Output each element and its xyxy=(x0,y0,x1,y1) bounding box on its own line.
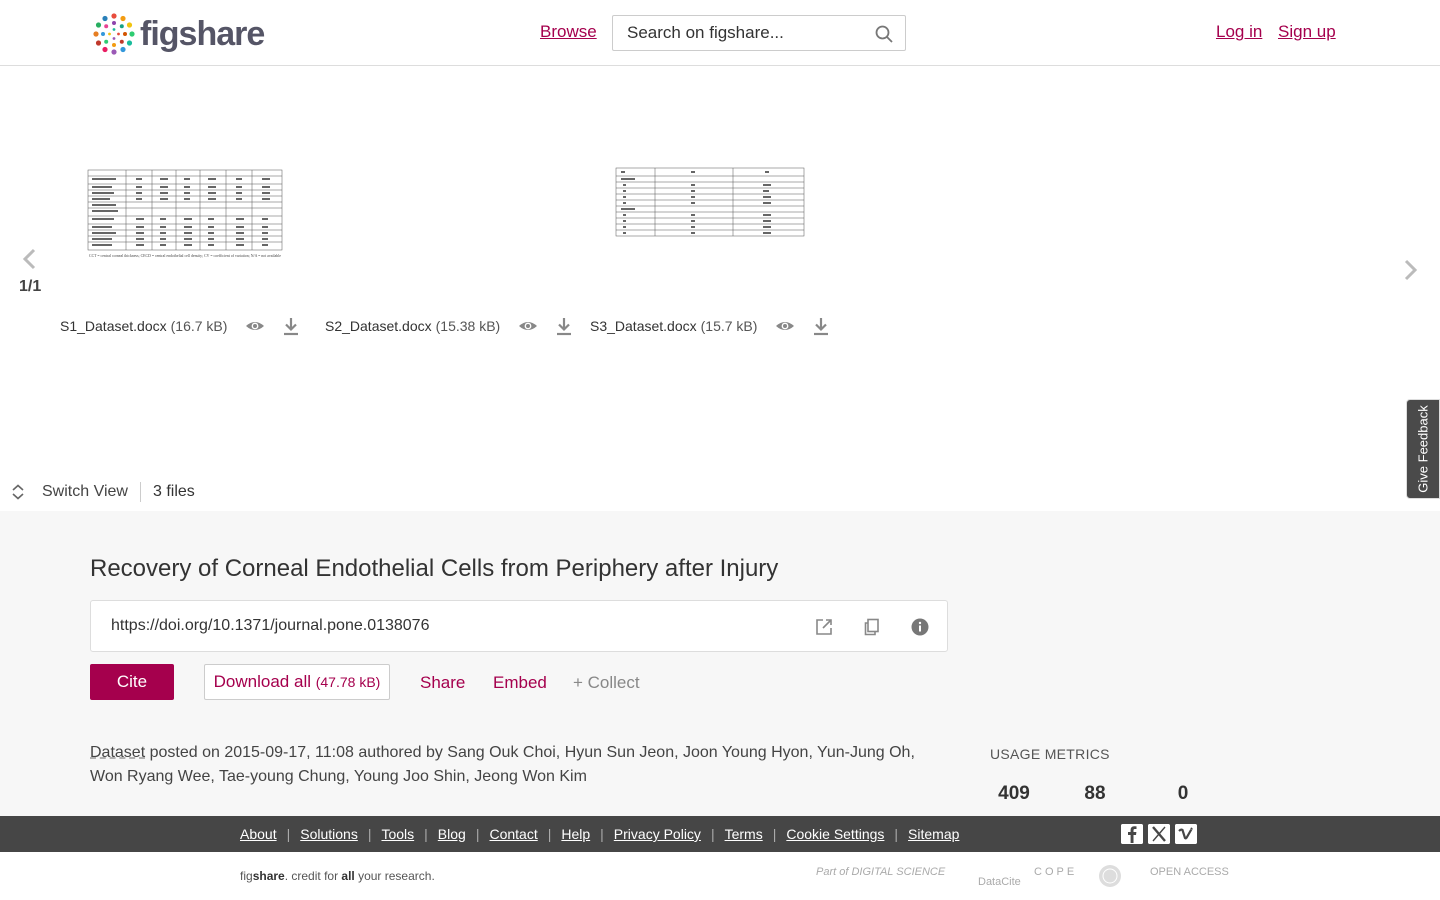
separator: | xyxy=(475,826,480,842)
usage-metrics-label: USAGE METRICS xyxy=(990,746,1110,762)
posted-text: posted on 2015-09-17, 11:08 authored by … xyxy=(90,744,915,785)
signup-link[interactable]: Sign up xyxy=(1278,22,1336,42)
download-icon[interactable] xyxy=(281,316,301,336)
download-all-button[interactable]: Download all (47.78 kB) xyxy=(204,664,390,700)
divider xyxy=(140,482,141,502)
posted-by-info: Dataset posted on 2015-09-17, 11:08 auth… xyxy=(90,741,940,789)
file-carousel: 1/1 CCT = central corneal thickness; CEC… xyxy=(0,66,1440,511)
tagline-part1: . credit for xyxy=(284,869,342,883)
footer-link-terms[interactable]: Terms xyxy=(725,826,763,842)
figshare-logo-icon xyxy=(93,13,135,55)
file-size: (16.7 kB) xyxy=(170,318,228,334)
search-icon[interactable] xyxy=(875,25,893,43)
views-count: 409 xyxy=(998,783,1030,804)
footer-link-privacy[interactable]: Privacy Policy xyxy=(614,826,701,842)
chevron-right-icon[interactable] xyxy=(1400,258,1420,282)
give-feedback-label: Give Feedback xyxy=(1415,405,1431,493)
download-all-label: Download all xyxy=(213,672,311,691)
table-preview-image: CCT = central corneal thickness; CECD = … xyxy=(87,169,283,258)
download-all-size: (47.78 kB) xyxy=(315,674,381,690)
footer-link-about[interactable]: About xyxy=(240,826,277,842)
separator: | xyxy=(547,826,552,842)
footer-link-solutions[interactable]: Solutions xyxy=(300,826,358,842)
datacite-logo[interactable]: DataCite xyxy=(978,876,1021,888)
cope-logo[interactable]: COPE xyxy=(1034,866,1077,878)
doi-link[interactable]: https://doi.org/10.1371/journal.pone.013… xyxy=(111,617,429,635)
file-preview-thumbnail[interactable] xyxy=(615,166,805,238)
download-icon[interactable] xyxy=(811,316,831,336)
footer-link-contact[interactable]: Contact xyxy=(489,826,537,842)
browse-link[interactable]: Browse xyxy=(540,22,597,42)
tagline-fig: fig xyxy=(240,869,253,883)
footer-link-blog[interactable]: Blog xyxy=(438,826,466,842)
downloads-count: 88 xyxy=(1084,783,1106,804)
share-link[interactable]: Share xyxy=(420,673,465,693)
footer-links: About | Solutions | Tools | Blog | Contact | … xyxy=(240,826,959,842)
table-footnote: CCT = central corneal thickness; CECD = … xyxy=(89,253,281,258)
tagline-share: share xyxy=(252,869,285,883)
give-feedback-tab[interactable]: Give Feedback xyxy=(1406,399,1440,499)
search-input[interactable] xyxy=(613,16,863,50)
chevron-left-icon[interactable] xyxy=(20,247,40,271)
page-title: Recovery of Corneal Endothelial Cells fr… xyxy=(90,555,779,582)
footer-link-tools[interactable]: Tools xyxy=(381,826,414,842)
eye-icon[interactable] xyxy=(518,316,538,336)
login-link[interactable]: Log in xyxy=(1216,22,1262,42)
file-name: S3_Dataset.docx xyxy=(590,318,697,334)
download-icon[interactable] xyxy=(554,316,574,336)
article-details: Recovery of Corneal Endothelial Cells fr… xyxy=(0,511,1440,816)
tagline-all: all xyxy=(341,869,355,883)
cite-button[interactable]: Cite xyxy=(90,664,174,700)
page-indicator: 1/1 xyxy=(19,278,42,295)
vimeo-icon[interactable] xyxy=(1175,824,1197,844)
logo-wordmark: figshare xyxy=(140,14,265,53)
switch-view-button[interactable]: Switch View xyxy=(42,483,128,501)
file-size: (15.7 kB) xyxy=(700,318,758,334)
item-type-link[interactable]: Dataset xyxy=(90,744,145,761)
eye-icon[interactable] xyxy=(775,316,795,336)
external-link-icon[interactable] xyxy=(814,617,834,637)
site-header: figshare Browse Log in Sign up xyxy=(0,0,1440,66)
file-name: S2_Dataset.docx xyxy=(325,318,432,334)
file-entry: S3_Dataset.docx (15.7 kB) xyxy=(590,314,831,338)
copy-icon[interactable] xyxy=(862,617,882,637)
footer-bottom: figshare. credit for all your research. … xyxy=(0,852,1440,900)
separator: | xyxy=(894,826,899,842)
embed-link[interactable]: Embed xyxy=(493,673,547,693)
file-size: (15.38 kB) xyxy=(435,318,501,334)
doi-box: https://doi.org/10.1371/journal.pone.013… xyxy=(90,600,948,652)
x-twitter-icon[interactable] xyxy=(1148,824,1170,844)
file-entry: S2_Dataset.docx (15.38 kB) xyxy=(325,314,574,338)
footer-link-cookie-settings[interactable]: Cookie Settings xyxy=(786,826,884,842)
files-count: 3 files xyxy=(153,483,195,500)
separator: | xyxy=(424,826,428,842)
table-preview-image xyxy=(615,167,805,237)
footer-nav: About | Solutions | Tools | Blog | Contact | … xyxy=(0,816,1440,852)
footer-link-help[interactable]: Help xyxy=(561,826,590,842)
seal-logo[interactable] xyxy=(1098,864,1122,888)
eye-icon[interactable] xyxy=(245,316,265,336)
footer-link-sitemap[interactable]: Sitemap xyxy=(908,826,959,842)
separator: | xyxy=(367,826,372,842)
separator: | xyxy=(600,826,604,842)
facebook-icon[interactable] xyxy=(1121,824,1143,844)
figshare-logo[interactable]: figshare xyxy=(90,8,265,60)
citations-count: 0 xyxy=(1177,783,1189,804)
file-name: S1_Dataset.docx xyxy=(60,318,167,334)
file-preview-thumbnail[interactable]: CCT = central corneal thickness; CECD = … xyxy=(86,166,284,274)
search-box xyxy=(612,15,906,51)
expand-collapse-icon[interactable] xyxy=(11,484,25,500)
info-icon[interactable] xyxy=(910,617,930,637)
separator: | xyxy=(772,826,777,842)
open-access-logo[interactable]: OPEN ACCESS xyxy=(1150,866,1229,878)
collect-link[interactable]: + Collect xyxy=(573,673,640,693)
tagline-part2: your research. xyxy=(354,869,435,883)
separator: | xyxy=(286,826,291,842)
digital-science-logo[interactable]: Part of DIGITAL SCIENCE xyxy=(816,866,945,878)
footer-tagline: figshare. credit for all your research. xyxy=(240,869,435,883)
file-entry: S1_Dataset.docx (16.7 kB) xyxy=(60,314,301,338)
separator: | xyxy=(710,826,715,842)
